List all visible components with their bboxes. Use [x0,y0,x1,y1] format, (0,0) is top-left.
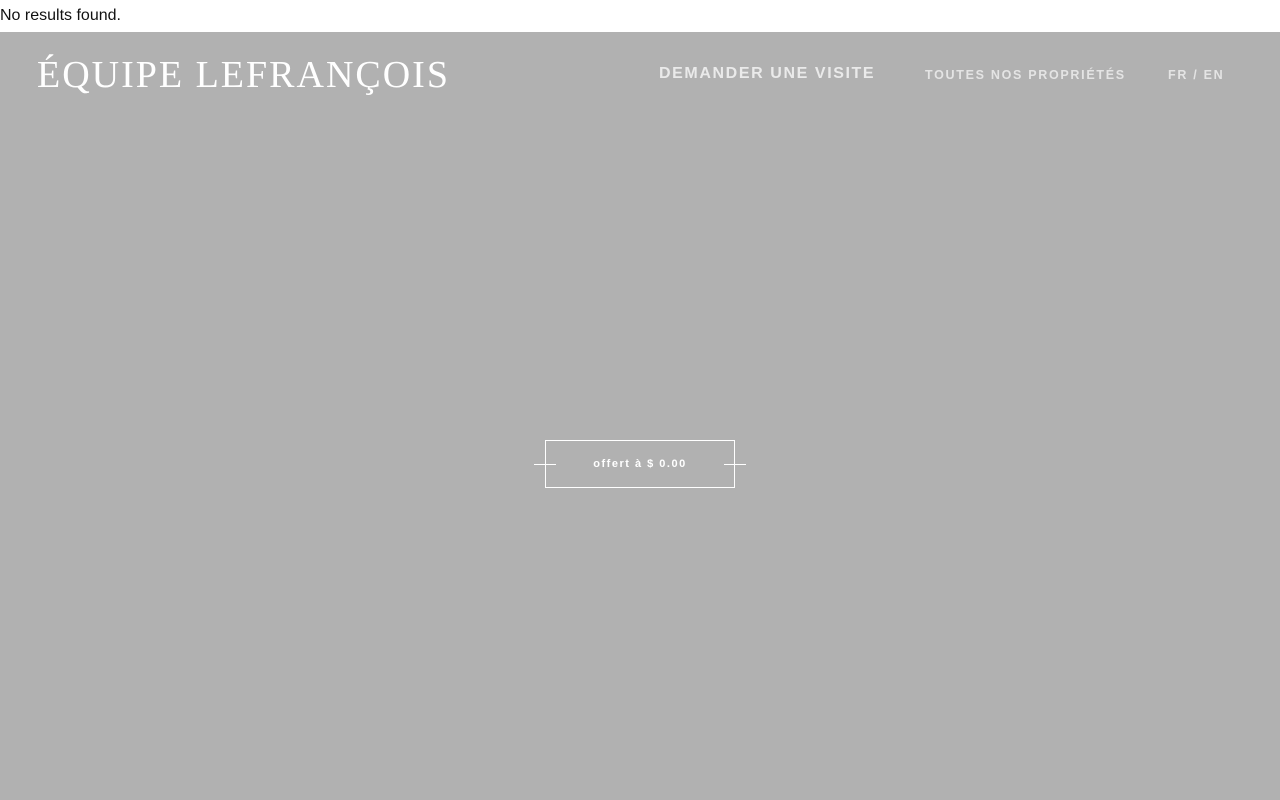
nav-all-properties[interactable]: TOUTES NOS PROPRIÉTÉS [925,68,1126,88]
hero-section: ÉQUIPE LEFRANÇOIS DEMANDER UNE VISITE TO… [0,32,1280,800]
offer-right-tick [724,464,746,465]
no-results-message: No results found. [0,0,1280,32]
language-switcher: FR / EN [1168,68,1224,82]
lang-fr-link[interactable]: FR [1168,68,1188,82]
lang-en-link[interactable]: EN [1204,68,1225,82]
lang-separator: / [1188,68,1204,82]
offer-price-box: offert à $ 0.00 [534,440,746,488]
site-logo[interactable]: ÉQUIPE LEFRANÇOIS [37,54,450,96]
nav-request-visit[interactable]: DEMANDER UNE VISITE [659,65,875,85]
offer-price-label: offert à $ 0.00 [593,458,687,470]
